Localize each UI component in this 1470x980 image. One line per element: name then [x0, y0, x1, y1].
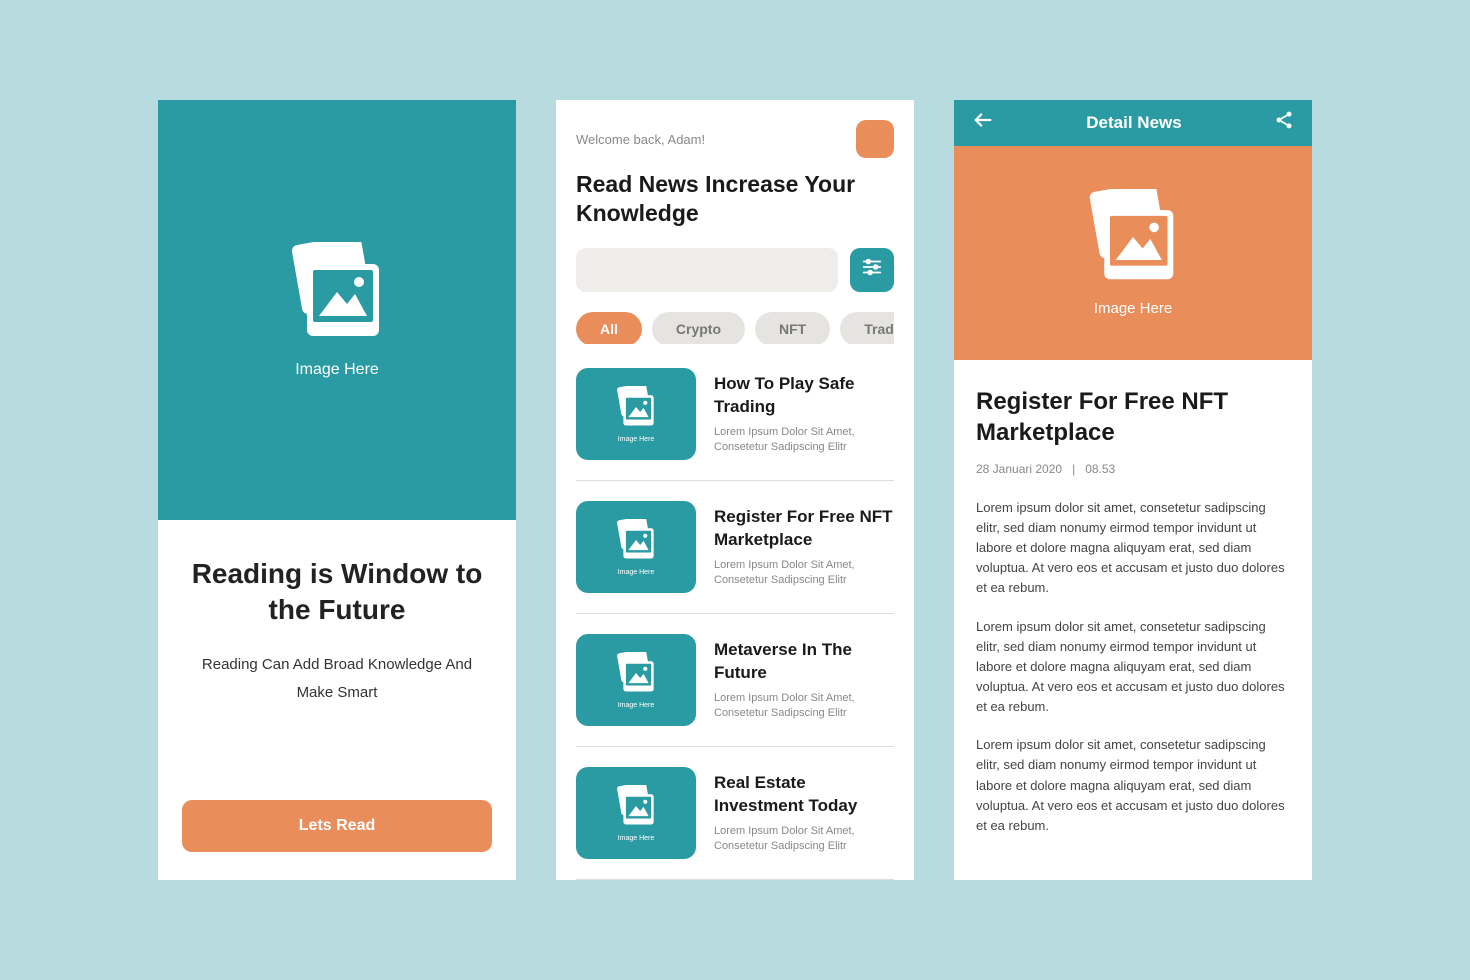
news-thumb: Image Here: [576, 767, 696, 859]
news-desc: Lorem Ipsum Dolor Sit Amet, Consetetur S…: [714, 824, 894, 855]
news-desc: Lorem Ipsum Dolor Sit Amet, Consetetur S…: [714, 558, 894, 589]
onboarding-title: Reading is Window to the Future: [182, 556, 492, 629]
detail-time: 08.53: [1085, 462, 1115, 476]
news-thumb: Image Here: [576, 501, 696, 593]
news-desc: Lorem Ipsum Dolor Sit Amet, Consetetur S…: [714, 691, 894, 722]
image-placeholder-icon: [285, 242, 389, 347]
onboarding-body: Reading is Window to the Future Reading …: [158, 520, 516, 880]
news-texts: Register For Free NFT Marketplace Lorem I…: [714, 501, 894, 593]
search-row: [576, 248, 894, 292]
detail-body: Register For Free NFT Marketplace 28 Jan…: [954, 360, 1312, 880]
detail-paragraphs: Lorem ipsum dolor sit amet, consetetur s…: [976, 498, 1290, 836]
chip-all[interactable]: All: [576, 312, 642, 345]
news-title: How To Play Safe Trading: [714, 373, 894, 419]
chip-crypto[interactable]: Crypto: [652, 312, 745, 345]
avatar[interactable]: [856, 120, 894, 158]
detail-paragraph: Lorem ipsum dolor sit amet, consetetur s…: [976, 498, 1290, 599]
image-placeholder-icon: [614, 386, 658, 433]
news-item[interactable]: Image Here Real Estate Investment Today Lo…: [576, 747, 894, 880]
onboarding-hero: Image Here: [158, 100, 516, 520]
arrow-left-icon: [972, 109, 994, 136]
share-button[interactable]: [1274, 110, 1294, 135]
detail-paragraph: Lorem ipsum dolor sit amet, consetetur s…: [976, 617, 1290, 718]
detail-paragraph: Lorem ipsum dolor sit amet, consetetur s…: [976, 735, 1290, 836]
news-item[interactable]: Image Here How To Play Safe Trading Lorem …: [576, 368, 894, 481]
news-title: Real Estate Investment Today: [714, 772, 894, 818]
news-texts: Real Estate Investment Today Lorem Ipsum …: [714, 767, 894, 859]
thumb-caption: Image Here: [618, 569, 655, 576]
thumb-caption: Image Here: [618, 702, 655, 709]
news-title: Register For Free NFT Marketplace: [714, 506, 894, 552]
news-headline: Read News Increase Your Knowledge: [576, 170, 894, 228]
hero-image-caption: Image Here: [295, 361, 379, 379]
image-placeholder-icon: [1083, 189, 1183, 290]
welcome-text: Welcome back, Adam!: [576, 132, 705, 147]
detail-title: Register For Free NFT Marketplace: [976, 386, 1290, 448]
onboarding-subtitle: Reading Can Add Broad Knowledge And Make…: [182, 651, 492, 708]
thumb-caption: Image Here: [618, 436, 655, 443]
news-texts: How To Play Safe Trading Lorem Ipsum Dolo…: [714, 368, 894, 460]
image-placeholder-icon: [614, 652, 658, 699]
detail-hero: Image Here: [954, 146, 1312, 360]
category-chips: All Crypto NFT Trading: [576, 312, 894, 345]
filter-button[interactable]: [850, 248, 894, 292]
topbar: Welcome back, Adam!: [576, 120, 894, 158]
image-placeholder-icon: [614, 785, 658, 832]
detail-meta: 28 Januari 2020 | 08.53: [976, 462, 1290, 476]
news-list-screen: Welcome back, Adam! Read News Increase Y…: [556, 100, 914, 880]
news-desc: Lorem Ipsum Dolor Sit Amet, Consetetur S…: [714, 425, 894, 456]
detail-date: 28 Januari 2020: [976, 462, 1062, 476]
news-item[interactable]: Image Here Metaverse In The Future Lorem I…: [576, 614, 894, 747]
appbar: Detail News: [954, 100, 1312, 146]
back-button[interactable]: [972, 109, 994, 136]
news-texts: Metaverse In The Future Lorem Ipsum Dolor…: [714, 634, 894, 726]
lets-read-button[interactable]: Lets Read: [182, 800, 492, 852]
news-detail-screen: Detail News: [954, 100, 1312, 880]
news-thumb: Image Here: [576, 634, 696, 726]
share-icon: [1274, 110, 1294, 135]
image-placeholder-icon: [614, 519, 658, 566]
detail-hero-caption: Image Here: [1094, 300, 1172, 317]
appbar-title: Detail News: [1086, 113, 1181, 133]
sliders-icon: [861, 256, 883, 283]
news-title: Metaverse In The Future: [714, 639, 894, 685]
search-input[interactable]: [576, 248, 838, 292]
onboarding-screen: Image Here Reading is Window to the Futu…: [158, 100, 516, 880]
news-list: Image Here How To Play Safe Trading Lorem …: [576, 368, 894, 880]
news-thumb: Image Here: [576, 368, 696, 460]
chip-trading[interactable]: Trading: [840, 312, 894, 345]
thumb-caption: Image Here: [618, 835, 655, 842]
chip-nft[interactable]: NFT: [755, 312, 830, 345]
news-item[interactable]: Image Here Register For Free NFT Marketpl…: [576, 481, 894, 614]
